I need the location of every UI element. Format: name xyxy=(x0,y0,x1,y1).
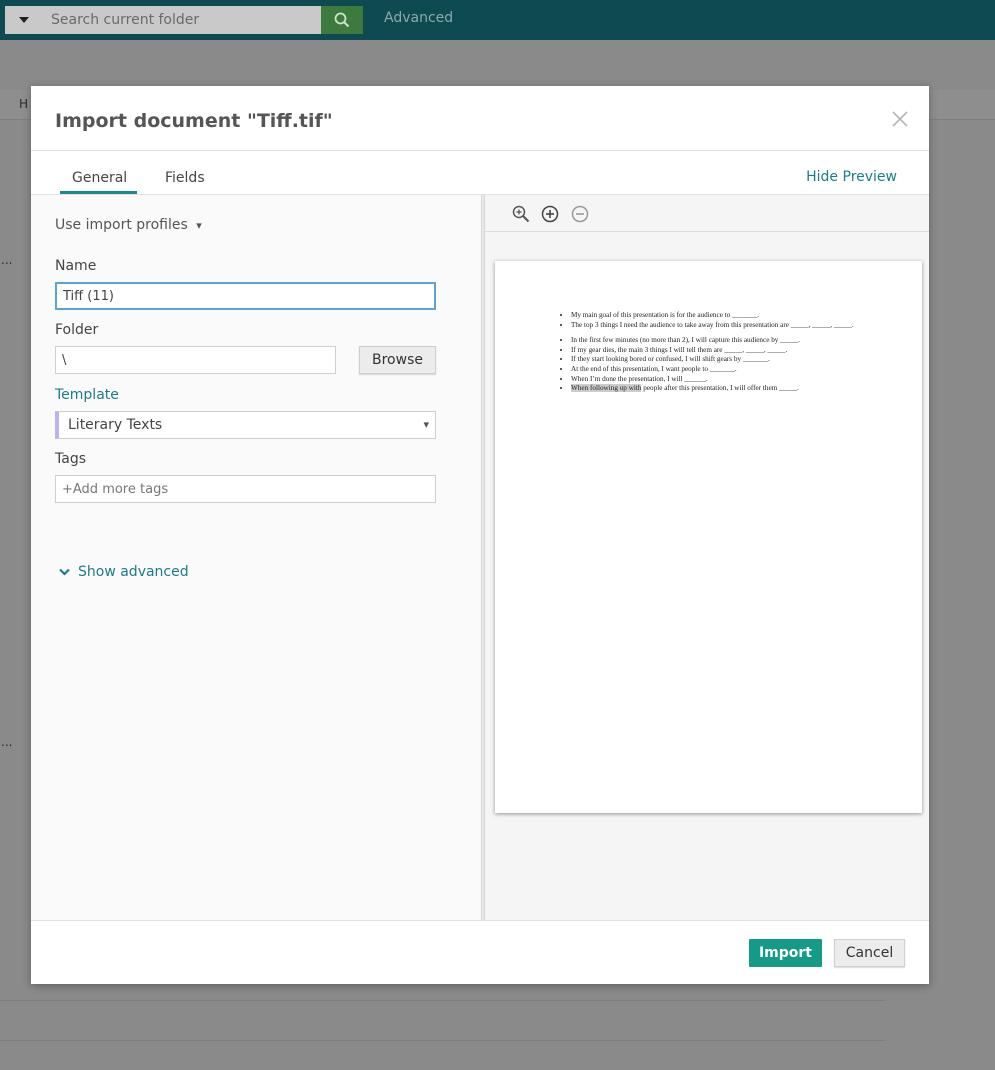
import-document-dialog: Import document "Tiff.tif" General Field… xyxy=(31,86,929,984)
preview-line: In the first few minutes (no more than 2… xyxy=(571,336,877,346)
template-label[interactable]: Template xyxy=(55,387,119,403)
preview-line: If they start looking bored or confused,… xyxy=(571,355,877,365)
caret-down-icon: ▾ xyxy=(196,219,202,232)
tags-label: Tags xyxy=(55,451,86,467)
name-label: Name xyxy=(55,258,97,274)
zoom-out-icon[interactable] xyxy=(571,205,589,223)
tags-input[interactable] xyxy=(55,475,436,503)
search-button[interactable] xyxy=(321,6,363,34)
hide-preview-link[interactable]: Hide Preview xyxy=(806,169,897,185)
caret-down-icon xyxy=(19,17,29,23)
preview-line: When following up with people after this… xyxy=(571,384,877,394)
preview-pane: My main goal of this presentation is for… xyxy=(485,195,929,920)
divider xyxy=(31,920,929,921)
preview-line: At the end of this presentation, I want … xyxy=(571,365,877,375)
import-button[interactable]: Import xyxy=(749,939,822,967)
background-ellipsis: ... xyxy=(1,735,13,749)
preview-line: When I’m done the presentation, I will _… xyxy=(571,375,877,385)
search-icon xyxy=(334,12,350,28)
top-bar: Advanced xyxy=(0,0,995,40)
preview-line: The top 3 things I need the audience to … xyxy=(571,321,877,331)
folder-input[interactable] xyxy=(55,346,336,374)
cancel-button[interactable]: Cancel xyxy=(834,939,905,967)
zoom-in-icon[interactable] xyxy=(541,205,559,223)
browse-button[interactable]: Browse xyxy=(359,346,436,374)
close-icon[interactable] xyxy=(891,110,909,128)
template-select[interactable]: Literary Texts ▾ xyxy=(55,411,436,439)
import-profiles-dropdown[interactable]: Use import profiles ▾ xyxy=(55,217,202,233)
document-preview-page: My main goal of this presentation is for… xyxy=(495,261,922,813)
preview-text-list: My main goal of this presentation is for… xyxy=(557,311,877,394)
name-input[interactable] xyxy=(55,282,436,310)
template-selected-value: Literary Texts xyxy=(68,417,163,433)
preview-toolbar xyxy=(485,195,929,232)
folder-label: Folder xyxy=(55,322,99,338)
tab-fields[interactable]: Fields xyxy=(165,170,205,186)
background-ellipsis: ... xyxy=(1,253,13,267)
preview-line-rest: people after this presentation, I will o… xyxy=(641,384,799,393)
search-scope-dropdown[interactable] xyxy=(5,6,43,34)
chevron-down-icon xyxy=(59,568,70,576)
search-input[interactable] xyxy=(43,6,321,34)
show-advanced-label: Show advanced xyxy=(78,564,189,580)
import-profiles-label: Use import profiles xyxy=(55,217,188,233)
divider xyxy=(31,150,929,151)
highlighted-text: When following up with xyxy=(571,384,642,393)
tab-general[interactable]: General xyxy=(72,170,127,186)
background-column-fragment: H xyxy=(19,97,29,111)
dialog-title: Import document "Tiff.tif" xyxy=(55,110,333,132)
preview-line: If my gear dies, the main 3 things I wil… xyxy=(571,346,877,356)
advanced-search-link[interactable]: Advanced xyxy=(384,10,453,26)
background-row-divider xyxy=(0,1040,885,1041)
caret-down-icon: ▾ xyxy=(423,418,429,431)
show-advanced-toggle[interactable]: Show advanced xyxy=(59,564,189,580)
zoom-fit-icon[interactable] xyxy=(512,205,530,223)
background-row-divider xyxy=(0,1000,885,1001)
preview-line: My main goal of this presentation is for… xyxy=(571,311,877,321)
